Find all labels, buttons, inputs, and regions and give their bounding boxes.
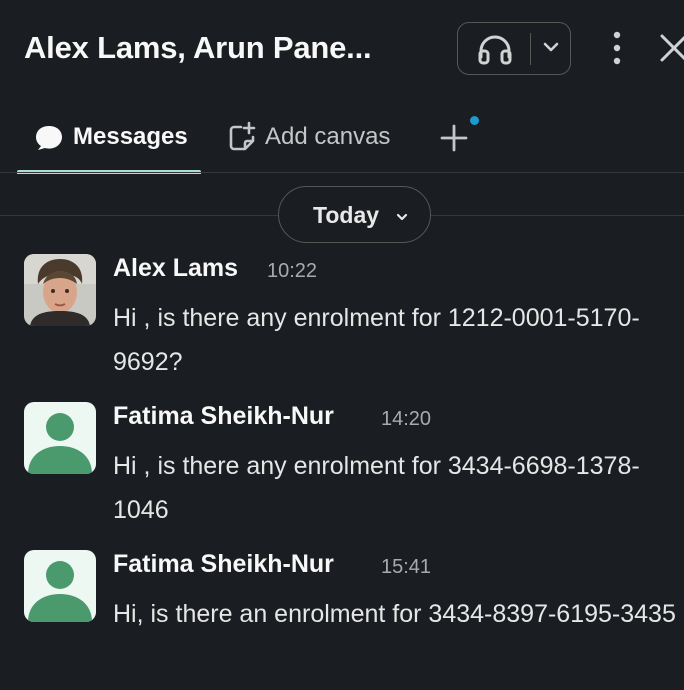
avatar[interactable] <box>24 402 96 474</box>
message-sender[interactable]: Alex Lams <box>113 254 238 283</box>
date-divider-button[interactable]: Today <box>278 186 431 243</box>
avatar[interactable] <box>24 254 96 326</box>
message-bubble-icon <box>34 124 64 157</box>
message-timestamp[interactable]: 10:22 <box>267 260 317 283</box>
canvas-icon <box>227 121 259 158</box>
tab-messages-label: Messages <box>73 123 188 150</box>
tab-add-canvas-label: Add canvas <box>265 123 391 150</box>
close-icon[interactable] <box>656 33 684 63</box>
plus-icon <box>440 124 468 157</box>
tab-bar: Messages Add canvas <box>0 100 684 174</box>
message-timestamp[interactable]: 14:20 <box>381 408 431 431</box>
message-timestamp[interactable]: 15:41 <box>381 556 431 579</box>
chevron-down-icon[interactable] <box>542 40 560 59</box>
message-text: Hi, is there an enrolment for 3434-8397-… <box>113 600 676 628</box>
message-sender[interactable]: Fatima Sheikh-Nur <box>113 402 334 431</box>
avatar[interactable] <box>24 550 96 622</box>
chevron-down-icon <box>395 209 409 227</box>
huddle-divider <box>530 33 531 65</box>
headphones-icon[interactable] <box>477 35 513 70</box>
message-text: Hi , is there any enrolment for 1212-000… <box>113 304 640 376</box>
kebab-menu-icon[interactable] <box>606 30 628 70</box>
conversation-title[interactable]: Alex Lams, Arun Pane... <box>24 30 414 66</box>
channel-header: Alex Lams, Arun Pane... <box>0 0 684 100</box>
message-text: Hi , is there any enrolment for 3434-669… <box>113 452 640 524</box>
tab-messages[interactable]: Messages <box>17 100 201 174</box>
notification-badge <box>470 116 479 125</box>
date-divider-label: Today <box>313 202 380 228</box>
message-sender[interactable]: Fatima Sheikh-Nur <box>113 550 334 579</box>
huddle-button-group[interactable] <box>457 22 571 75</box>
tab-add-canvas[interactable]: Add canvas <box>225 100 415 174</box>
header-divider <box>0 172 684 173</box>
add-tab-button[interactable] <box>438 116 482 156</box>
